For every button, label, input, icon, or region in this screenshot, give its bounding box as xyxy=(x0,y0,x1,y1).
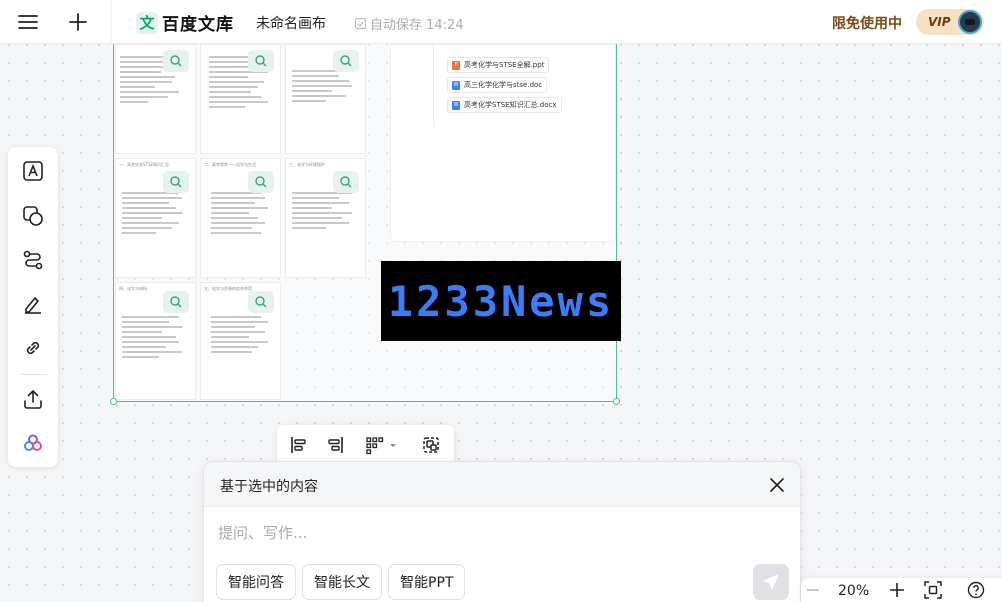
ai-panel-title: 基于选中的内容 xyxy=(220,479,318,495)
zoom-search-icon[interactable] xyxy=(248,50,274,72)
logo[interactable]: 文 百度文库 xyxy=(136,10,234,35)
file-item[interactable]: W 高三化学化学与stse.doc xyxy=(447,77,548,93)
page-thumbnail[interactable] xyxy=(115,44,196,154)
send-icon xyxy=(763,574,779,590)
zoom-search-icon[interactable] xyxy=(163,50,189,72)
align-left-icon[interactable] xyxy=(285,431,313,459)
watermark: 1233News xyxy=(381,261,621,341)
doc-title[interactable]: 未命名画布 xyxy=(256,13,326,33)
ai-assistant-icon[interactable] xyxy=(19,429,47,457)
avatar[interactable] xyxy=(958,10,982,34)
divider xyxy=(111,0,112,44)
align-toolbar xyxy=(277,425,454,465)
ai-panel-header: 基于选中的内容 xyxy=(204,462,800,507)
thumbnail-title: 三、化学与环境保护 xyxy=(289,162,325,167)
connector-tool-icon[interactable] xyxy=(19,246,47,274)
zoom-out-icon[interactable] xyxy=(803,578,823,602)
doc-file-icon: W xyxy=(452,100,460,110)
grid-layout-dropdown[interactable] xyxy=(361,431,401,459)
page-thumbnail[interactable]: 一、高考化学STSE知识汇总 xyxy=(115,158,196,278)
zoom-search-icon[interactable] xyxy=(163,291,189,313)
group-select-icon[interactable] xyxy=(417,431,445,459)
thumbnail-title: 二、高考常考——化学与生活 xyxy=(204,162,256,167)
menu-icon[interactable] xyxy=(14,8,42,36)
resize-handle[interactable] xyxy=(613,398,620,405)
page-thumbnail[interactable] xyxy=(200,44,281,154)
close-icon[interactable] xyxy=(764,472,790,498)
thumbnail-title: 五、化学与资源的综合利用 xyxy=(204,286,252,291)
page-thumbnail[interactable] xyxy=(285,44,366,154)
add-icon[interactable] xyxy=(64,8,92,36)
page-thumbnail[interactable]: 三、化学与环境保护 xyxy=(285,158,366,278)
zoom-search-icon[interactable] xyxy=(333,50,359,72)
zoom-search-icon[interactable] xyxy=(163,171,189,193)
top-bar: 文 百度文库 未命名画布 自动保存 14:24 限免使用中 VIP xyxy=(0,0,1002,44)
logo-mark: 文 xyxy=(136,11,158,34)
smart-qa-button[interactable]: 智能问答 xyxy=(216,564,296,600)
cloud-save-icon xyxy=(354,17,367,30)
page-thumbnail[interactable]: 二、高考常考——化学与生活 xyxy=(200,158,281,278)
autosave-text: 自动保存 14:24 xyxy=(370,18,464,33)
thumbnail-title: 一、高考化学STSE知识汇总 xyxy=(119,162,170,167)
help-icon[interactable] xyxy=(965,578,987,602)
shape-tool-icon[interactable] xyxy=(19,202,47,230)
ai-panel: 基于选中的内容 智能问答 智能长文 智能PPT xyxy=(203,461,801,602)
thumbnail-title: 四、化学与材料 xyxy=(119,286,147,291)
divider xyxy=(20,374,46,375)
document-card[interactable]: P 高考化学与STSE全解.ppt W 高三化学化学与stse.doc W 高考… xyxy=(390,44,616,242)
align-right-icon[interactable] xyxy=(321,431,349,459)
zoom-search-icon[interactable] xyxy=(248,171,274,193)
ppt-file-icon: P xyxy=(452,60,460,70)
doc-file-icon: W xyxy=(452,80,460,90)
zoom-search-icon[interactable] xyxy=(333,171,359,193)
link-tool-icon[interactable] xyxy=(19,334,47,362)
file-item[interactable]: W 高考化学STSE知识汇总.docx xyxy=(447,97,562,113)
ai-prompt-input[interactable] xyxy=(218,520,738,546)
file-name: 高三化学化学与stse.doc xyxy=(464,81,543,89)
pen-tool-icon[interactable] xyxy=(19,290,47,318)
smart-longform-button[interactable]: 智能长文 xyxy=(302,564,382,600)
vip-badge[interactable]: VIP xyxy=(916,9,984,35)
zoom-in-icon[interactable] xyxy=(887,578,907,602)
text-tool-icon[interactable] xyxy=(19,157,47,185)
file-name: 高考化学STSE知识汇总.docx xyxy=(464,101,557,109)
page-thumbnail[interactable]: 四、化学与材料 xyxy=(115,282,196,400)
smart-ppt-button[interactable]: 智能PPT xyxy=(388,564,466,600)
upload-icon[interactable] xyxy=(19,385,47,413)
logo-text: 百度文库 xyxy=(162,15,234,35)
tool-sidebar xyxy=(8,147,58,467)
page-thumbnail[interactable]: 五、化学与资源的综合利用 xyxy=(200,282,281,400)
zoom-bar: 20% xyxy=(801,578,1002,602)
send-button[interactable] xyxy=(753,564,789,600)
file-item[interactable]: P 高考化学与STSE全解.ppt xyxy=(447,57,550,73)
zoom-search-icon[interactable] xyxy=(248,291,274,313)
zoom-value: 20% xyxy=(838,583,870,599)
file-name: 高考化学与STSE全解.ppt xyxy=(464,61,545,69)
fit-screen-icon[interactable] xyxy=(922,578,944,602)
vip-text: VIP xyxy=(928,15,951,29)
free-use-label[interactable]: 限免使用中 xyxy=(832,13,902,33)
autosave-status: 自动保存 14:24 xyxy=(354,14,464,33)
resize-handle[interactable] xyxy=(110,398,117,405)
